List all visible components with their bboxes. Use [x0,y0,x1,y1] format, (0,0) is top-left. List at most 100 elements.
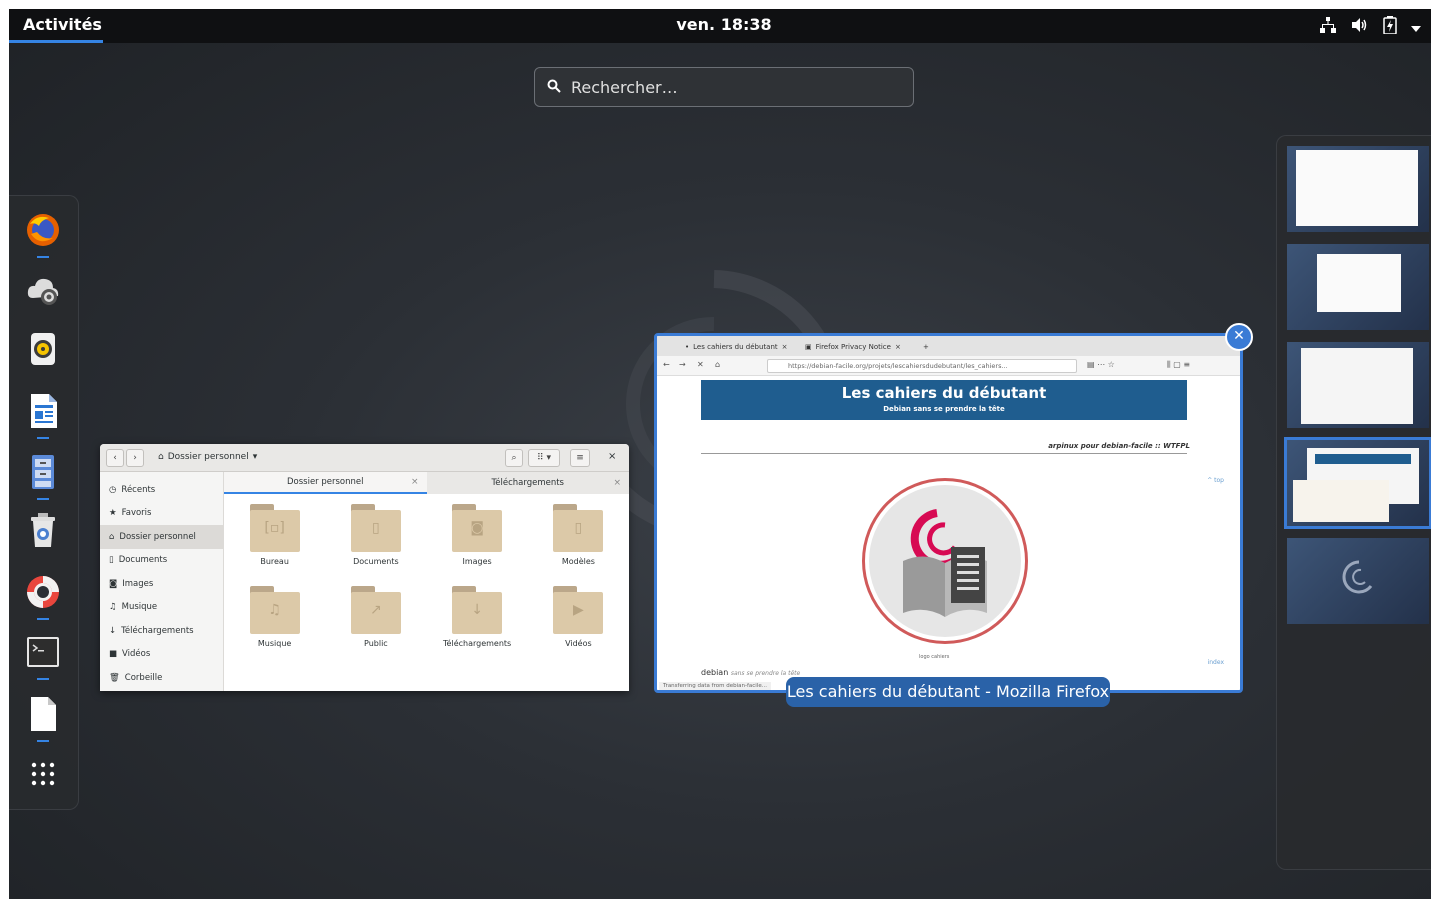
forward-arrow-icon[interactable]: → [679,360,686,369]
close-icon[interactable]: × [608,451,616,462]
debian-book-icon [903,509,987,617]
path-label: Dossier personnel [167,452,249,462]
sidebar-item-favorites[interactable]: ★ Favoris [100,502,223,526]
index-link[interactable]: index [1208,659,1224,666]
firefox-tab[interactable]: • Les cahiers du débutant × [685,339,788,354]
files-window[interactable]: ‹ › ⌂ Dossier personnel ▾ ⌕ ⠿ ▾ ≡ × ◷ Réc… [100,444,629,691]
close-icon[interactable]: × [411,477,419,487]
home-icon[interactable]: ⌂ [715,360,720,369]
rhythmbox-icon [27,331,59,371]
path-bar[interactable]: ⌂ Dossier personnel ▾ [158,452,257,462]
folder-item[interactable]: ◙ Images [427,504,528,586]
folder-item[interactable]: ↓ Téléchargements [427,586,528,668]
workspace-thumbnail-2[interactable] [1287,244,1429,330]
dash-software-update[interactable] [24,272,62,312]
tab-home[interactable]: Dossier personnel × [224,472,427,494]
document-icon: ▯ [109,555,114,566]
sidebar-item-downloads[interactable]: ↓ Téléchargements [100,619,223,643]
dash-text-editor[interactable] [24,695,62,742]
dash-help[interactable] [24,574,62,620]
dash-terminal[interactable] [24,634,62,680]
search-bar[interactable] [534,67,914,107]
sidebar-item-trash[interactable]: 🗑 Corbeille [100,666,223,690]
dash-trash-app[interactable] [24,512,62,552]
close-icon[interactable]: × [613,478,621,488]
page-credit: arpinux pour debian-facile :: WTFPL [1048,442,1190,450]
view-options-button[interactable]: ⠿ ▾ [528,449,560,467]
window-thumbnail [1293,480,1389,522]
window-close-button[interactable]: ✕ [1225,323,1253,351]
sidebar-item-recent[interactable]: ◷ Récents [100,478,223,502]
search-input[interactable] [571,77,891,97]
folder-item[interactable]: ▯ Documents [325,504,426,586]
status-bar: Transferring data from debian-facile... [659,682,771,690]
url-bar[interactable]: https://debian-facile.org/projets/lescah… [767,359,1077,373]
folder-item[interactable]: ♫ Musique [224,586,325,668]
workspace-switcher [1276,135,1431,870]
workspace-thumbnail-3[interactable] [1287,342,1429,428]
volume-icon[interactable] [1351,17,1369,37]
dash-file-cabinet[interactable] [24,454,62,500]
sidebar-item-documents[interactable]: ▯ Documents [100,549,223,573]
files-search-button[interactable]: ⌕ [505,449,523,467]
window-caption[interactable]: Les cahiers du débutant - Mozilla Firefo… [786,677,1110,707]
chevron-down-icon: ▾ [252,452,258,462]
home-icon: ⌂ [158,452,164,462]
close-icon[interactable]: × [895,343,901,351]
reader-view-icon[interactable]: ▤ ⋯ ☆ [1087,360,1115,369]
desktop-overview: Activités ven. 18:38 Rechercher… ‹ › ⌂ D… [9,9,1431,899]
window-thumbnail [1296,150,1418,226]
tab-downloads[interactable]: Téléchargements × [427,472,630,494]
dash-rhythmbox[interactable] [24,331,62,371]
writer-icon [27,392,59,434]
folder-item[interactable]: ▯ Modèles [528,504,629,586]
dash-writer[interactable] [24,392,62,439]
back-button[interactable]: ‹ [106,449,124,467]
workspace-thumbnail-1[interactable] [1287,146,1429,232]
new-tab-button[interactable]: + [923,339,929,354]
video-icon: ■ [109,649,118,660]
public-folder-icon: ↗ [350,586,401,634]
library-icon[interactable]: ⫼ ▢ ≡ [1167,360,1190,370]
workspace-thumbnail-5[interactable] [1287,538,1429,624]
folder-item[interactable]: [▫] Bureau [224,504,325,586]
software-update-icon [25,272,61,312]
activities-button[interactable]: Activités [9,9,103,43]
music-folder-icon: ♫ [249,586,300,634]
desktop-folder-icon: [▫] [249,504,300,552]
folder-grid: [▫] Bureau ▯ Documents ◙ Images ▯ Modèles ♫ M… [224,496,629,691]
divider [701,453,1187,454]
top-link[interactable]: ^ top [1207,477,1224,484]
firefox-window[interactable]: • Les cahiers du débutant × ▣ Firefox Priva… [654,333,1243,693]
music-icon: ♫ [109,602,117,613]
debian-swirl-icon [1342,560,1373,594]
search-icon [547,78,561,97]
firefox-tab[interactable]: ▣ Firefox Privacy Notice × [805,339,901,354]
text-editor-icon [28,695,58,737]
system-tray[interactable] [1319,16,1421,38]
forward-button[interactable]: › [126,449,144,467]
back-arrow-icon[interactable]: ← [663,360,670,369]
sidebar-item-pictures[interactable]: ◙ Images [100,572,223,596]
sidebar-item-home[interactable]: ⌂ Dossier personnel [100,525,223,549]
sidebar-item-music[interactable]: ♫ Musique [100,596,223,620]
menu-button[interactable]: ≡ [570,449,590,467]
workspace-thumbnail-4[interactable] [1284,437,1431,529]
stop-icon[interactable]: ✕ [697,360,704,369]
sidebar-item-videos[interactable]: ■ Vidéos [100,643,223,667]
files-sidebar: ◷ Récents ★ Favoris ⌂ Dossier personnel ▯ Do… [100,472,224,691]
close-icon[interactable]: × [782,343,788,351]
trash-icon: 🗑 [109,672,120,683]
system-menu-arrow-icon[interactable] [1411,18,1421,37]
battery-icon[interactable] [1383,16,1397,38]
terminal-icon [26,636,60,672]
network-icon[interactable] [1319,17,1337,37]
help-icon [25,574,61,614]
firefox-nav-bar: ← → ✕ ⌂ https://debian-facile.org/projet… [657,356,1240,376]
clock[interactable]: ven. 18:38 [609,9,839,41]
dash-show-applications[interactable] [24,756,62,796]
folder-item[interactable]: ↗ Public [325,586,426,668]
folder-item[interactable]: ▶ Vidéos [528,586,629,668]
dash [9,195,79,810]
dash-firefox[interactable] [24,212,62,258]
